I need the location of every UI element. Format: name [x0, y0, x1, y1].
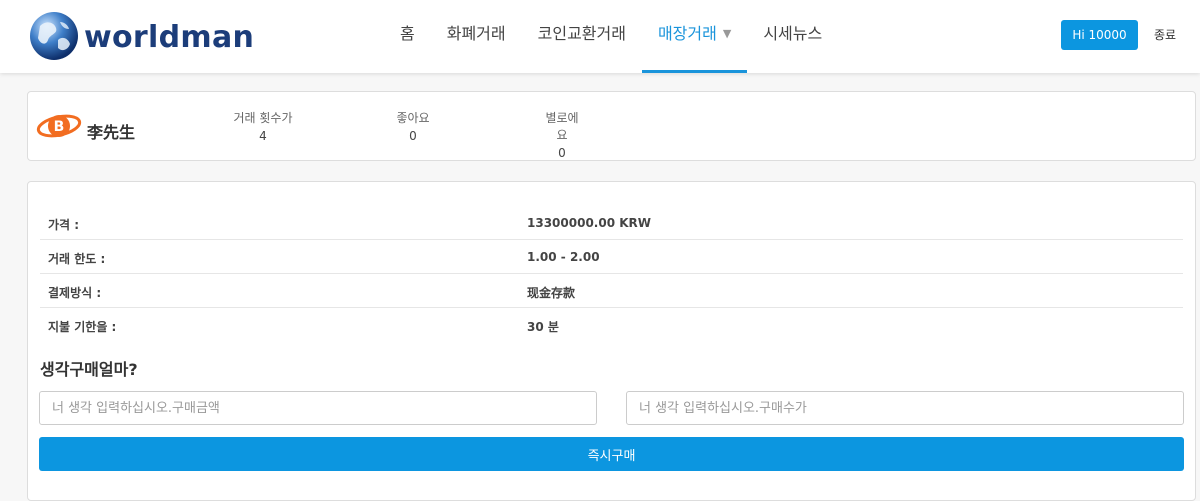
seller-name: 李先生 [87, 123, 136, 142]
stat-trade-count: 거래 횟수가 4 [231, 109, 295, 143]
trade-detail-card: 가격 : 13300000.00 KRW 거래 한도 : 1.00 - 2.00… [27, 181, 1196, 501]
globe-icon [30, 12, 78, 60]
main-nav: 홈 화폐거래 코인교환거래 매장거래 ▼ 시세뉴스 [384, 0, 838, 73]
nav-item-label: 코인교환거래 [537, 24, 626, 43]
stat-label: 거래 횟수가 [233, 111, 293, 125]
brand-name: worldman [84, 19, 255, 55]
detail-label: 결제방식 : [48, 286, 102, 300]
nav-item-label: 매장거래 [657, 24, 717, 43]
detail-value: 13300000.00 KRW [527, 216, 652, 230]
detail-value: 1.00 - 2.00 [527, 250, 600, 264]
seller-card: B 李先生 거래 횟수가 4 좋아요 0 별로에요 0 [27, 91, 1196, 161]
nav-item-home[interactable]: 홈 [384, 0, 431, 73]
stat-label: 별로에요 [545, 111, 579, 142]
nav-item-store-trade[interactable]: 매장거래 ▼ [641, 0, 748, 73]
chevron-down-icon: ▼ [722, 27, 732, 40]
detail-row-price: 가격 : 13300000.00 KRW [40, 206, 1183, 240]
stat-dislikes: 별로에요 0 [540, 109, 584, 160]
buy-now-button[interactable]: 즉시구매 [39, 437, 1184, 471]
nav-item-label: 화폐거래 [446, 24, 506, 43]
brand-logo[interactable]: worldman [28, 10, 254, 62]
purchase-quantity-input[interactable] [626, 391, 1184, 425]
detail-row-limit: 거래 한도 : 1.00 - 2.00 [40, 240, 1183, 274]
detail-row-payment-deadline: 지불 기한을 : 30 분 [40, 308, 1183, 342]
stat-value: 4 [259, 129, 267, 143]
svg-text:B: B [54, 119, 65, 135]
detail-label: 지불 기한을 : [48, 320, 117, 334]
nav-item-market-news[interactable]: 시세뉴스 [747, 0, 838, 73]
stat-value: 0 [558, 146, 566, 160]
stat-label: 좋아요 [396, 111, 430, 125]
nav-item-currency-trade[interactable]: 화폐거래 [431, 0, 522, 73]
user-greeting-button[interactable]: Hi 10000 [1061, 20, 1138, 50]
detail-value: 30 분 [527, 320, 559, 334]
purchase-heading: 생각구매얼마? [40, 360, 138, 379]
stat-likes: 좋아요 0 [392, 109, 434, 143]
nav-item-label: 홈 [400, 24, 415, 43]
logout-link[interactable]: 종료 [1154, 26, 1176, 43]
purchase-amount-input[interactable] [39, 391, 597, 425]
detail-label: 거래 한도 : [48, 252, 106, 266]
bitcoin-orbit-icon: B [36, 114, 82, 138]
detail-label: 가격 : [48, 218, 80, 232]
detail-row-payment-method: 결제방식 : 现金存款 [40, 274, 1183, 308]
nav-item-label: 시세뉴스 [763, 24, 823, 43]
top-header: worldman 홈 화폐거래 코인교환거래 매장거래 ▼ 시세뉴스 Hi 100… [0, 0, 1200, 73]
detail-value: 现金存款 [527, 286, 576, 300]
nav-item-coin-exchange[interactable]: 코인교환거래 [522, 0, 642, 73]
stat-value: 0 [409, 129, 417, 143]
